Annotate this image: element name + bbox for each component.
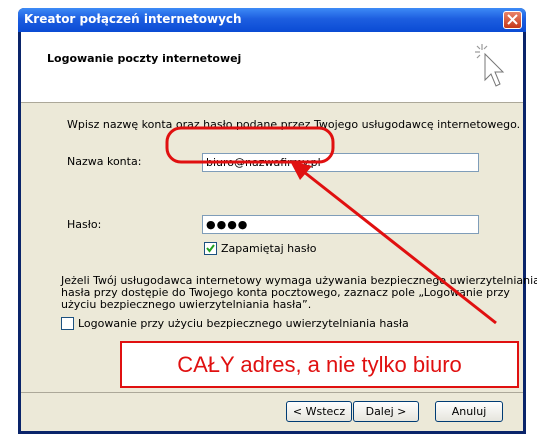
spa-checkbox-label: Logowanie przy użyciu bezpiecznego uwier… [78,317,409,330]
remember-password-label: Zapamiętaj hasło [221,242,317,255]
window-title: Kreator połączeń internetowych [24,12,242,26]
wizard-cursor-icon [475,44,505,87]
title-bar[interactable]: Kreator połączeń internetowych [18,8,526,32]
spa-description-line-3: użyciu bezpiecznego uwierzytelniania has… [61,298,312,311]
close-icon [507,14,518,25]
spa-checkbox[interactable] [61,317,74,330]
annotation-callout: CAŁY adres, a nie tylko biuro [120,341,519,388]
checkmark-icon [206,244,215,253]
account-name-label: Nazwa konta: [67,155,142,168]
instructions-text: Wpisz nazwę konta oraz hasło podane prze… [67,118,521,131]
next-button[interactable]: Dalej > [353,401,419,422]
remember-password-checkbox[interactable] [204,242,217,255]
annotation-text: CAŁY adres, a nie tylko biuro [177,352,462,377]
back-button[interactable]: < Wstecz [286,401,352,422]
password-input[interactable]: ●●●● [202,215,479,234]
account-name-input[interactable]: biuro@nazwafirmy.pl [202,153,479,172]
button-row-divider [21,392,523,393]
wizard-header: Logowanie poczty internetowej [21,32,523,103]
page-title: Logowanie poczty internetowej [47,52,242,65]
password-label: Hasło: [67,218,102,231]
close-button[interactable] [503,11,522,29]
cancel-button[interactable]: Anuluj [435,401,503,422]
